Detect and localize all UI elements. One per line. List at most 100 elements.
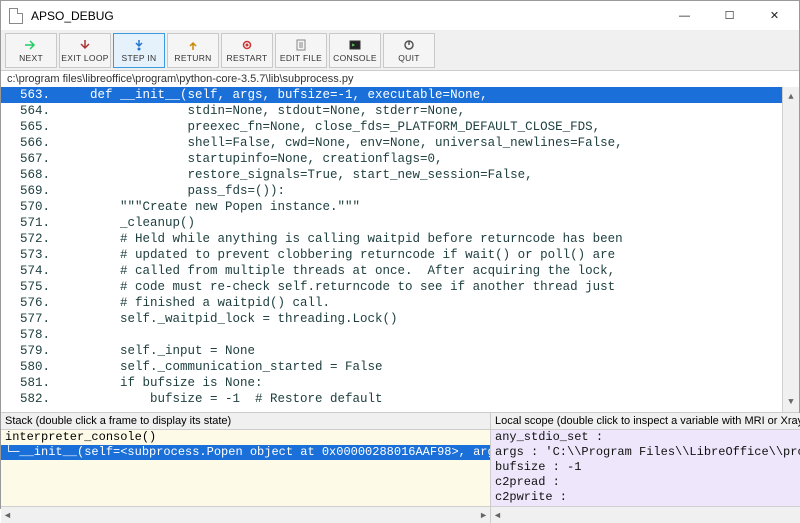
close-button[interactable]: ✕ [752,2,797,30]
code-line[interactable]: 565. preexec_fn=None, close_fds=_PLATFOR… [1,119,799,135]
line-number: 575. [1,279,56,295]
line-number: 570. [1,199,56,215]
line-number: 567. [1,151,56,167]
locals-body[interactable]: any_stdio_set :args : 'C:\\Program Files… [491,430,800,506]
line-content: shell=False, cwd=None, env=None, univers… [56,135,799,151]
line-content: if bufsize is None: [56,375,799,391]
stack-panel: Stack (double click a frame to display i… [1,413,491,523]
line-number: 563. [1,87,56,103]
line-number: 565. [1,119,56,135]
line-number: 581. [1,375,56,391]
line-number: 579. [1,343,56,359]
line-number: 582. [1,391,56,407]
line-number: 577. [1,311,56,327]
line-content [56,327,799,343]
file-path: c:\program files\libreoffice\program\pyt… [1,71,799,87]
line-content: # finished a waitpid() call. [56,295,799,311]
exit-loop-icon [77,38,93,52]
local-variable[interactable]: c2pwrite : [491,490,800,505]
code-line[interactable]: 574. # called from multiple threads at o… [1,263,799,279]
local-variable[interactable]: close_fds : <object object at 0x00000288… [491,505,800,506]
code-line[interactable]: 567. startupinfo=None, creationflags=0, [1,151,799,167]
toolbar-label: EDIT FILE [280,53,322,63]
line-content: # updated to prevent clobbering returnco… [56,247,799,263]
toolbar-label: RESTART [227,53,268,63]
titlebar: APSO_DEBUG — ☐ ✕ [1,1,799,31]
code-scrollbar-vertical[interactable]: ▲▼ [782,87,799,412]
return-icon [185,38,201,52]
line-content: restore_signals=True, start_new_session=… [56,167,799,183]
line-number: 572. [1,231,56,247]
stack-frame[interactable]: interpreter_console() [1,430,490,445]
code-line[interactable]: 575. # code must re-check self.returncod… [1,279,799,295]
maximize-button[interactable]: ☐ [707,2,752,30]
line-number: 580. [1,359,56,375]
toolbar-label: EXIT LOOP [61,53,108,63]
locals-header: Local scope (double click to inspect a v… [491,413,800,430]
code-line[interactable]: 582. bufsize = -1 # Restore default [1,391,799,407]
code-line[interactable]: 571. _cleanup() [1,215,799,231]
code-line[interactable]: 579. self._input = None [1,343,799,359]
stack-header: Stack (double click a frame to display i… [1,413,490,430]
edit-file-button[interactable]: EDIT FILE [275,33,327,68]
minimize-button[interactable]: — [662,2,707,30]
quit-button[interactable]: QUIT [383,33,435,68]
line-content: stdin=None, stdout=None, stderr=None, [56,103,799,119]
local-variable[interactable]: c2pread : [491,475,800,490]
edit-file-icon [293,38,309,52]
quit-icon [401,38,417,52]
code-line[interactable]: 580. self._communication_started = False [1,359,799,375]
code-line[interactable]: 566. shell=False, cwd=None, env=None, un… [1,135,799,151]
line-number: 568. [1,167,56,183]
code-line[interactable]: 578. [1,327,799,343]
local-variable[interactable]: bufsize : -1 [491,460,800,475]
line-content: bufsize = -1 # Restore default [56,391,799,407]
line-number: 564. [1,103,56,119]
local-variable[interactable]: args : 'C:\\Program Files\\LibreOffice\\… [491,445,800,460]
line-content: def __init__(self, args, bufsize=-1, exe… [56,87,799,103]
code-line[interactable]: 573. # updated to prevent clobbering ret… [1,247,799,263]
line-number: 573. [1,247,56,263]
line-content: """Create new Popen instance.""" [56,199,799,215]
code-line[interactable]: 570. """Create new Popen instance.""" [1,199,799,215]
restart-icon [239,38,255,52]
exit-loop-button[interactable]: EXIT LOOP [59,33,111,68]
line-number: 571. [1,215,56,231]
line-number: 574. [1,263,56,279]
console-icon [347,38,363,52]
code-line[interactable]: 577. self._waitpid_lock = threading.Lock… [1,311,799,327]
window-title: APSO_DEBUG [31,9,662,23]
stack-frame[interactable]: └─__init__(self=<subprocess.Popen object… [1,445,490,460]
toolbar-label: RETURN [174,53,211,63]
stack-body[interactable]: interpreter_console()└─__init__(self=<su… [1,430,490,506]
step-in-button[interactable]: STEP IN [113,33,165,68]
code-line[interactable]: 564. stdin=None, stdout=None, stderr=Non… [1,103,799,119]
line-content: preexec_fn=None, close_fds=_PLATFORM_DEF… [56,119,799,135]
next-button[interactable]: NEXT [5,33,57,68]
local-variable[interactable]: any_stdio_set : [491,430,800,445]
code-line[interactable]: 576. # finished a waitpid() call. [1,295,799,311]
console-button[interactable]: CONSOLE [329,33,381,68]
code-line[interactable]: 581. if bufsize is None: [1,375,799,391]
toolbar-label: NEXT [19,53,43,63]
line-content: # code must re-check self.returncode to … [56,279,799,295]
code-line[interactable]: 569. pass_fds=()): [1,183,799,199]
line-number: 578. [1,327,56,343]
code-line[interactable]: 563. def __init__(self, args, bufsize=-1… [1,87,799,103]
code-line[interactable]: 568. restore_signals=True, start_new_ses… [1,167,799,183]
restart-button[interactable]: RESTART [221,33,273,68]
toolbar-label: STEP IN [121,53,156,63]
line-content: self._communication_started = False [56,359,799,375]
line-number: 569. [1,183,56,199]
code-pane[interactable]: 563. def __init__(self, args, bufsize=-1… [1,87,799,412]
code-line[interactable]: 572. # Held while anything is calling wa… [1,231,799,247]
next-icon [23,38,39,52]
toolbar-label: CONSOLE [333,53,377,63]
locals-panel: Local scope (double click to inspect a v… [491,413,800,523]
line-content: # called from multiple threads at once. … [56,263,799,279]
toolbar-label: QUIT [398,53,420,63]
line-content: pass_fds=()): [56,183,799,199]
line-number: 566. [1,135,56,151]
line-content: self._waitpid_lock = threading.Lock() [56,311,799,327]
return-button[interactable]: RETURN [167,33,219,68]
